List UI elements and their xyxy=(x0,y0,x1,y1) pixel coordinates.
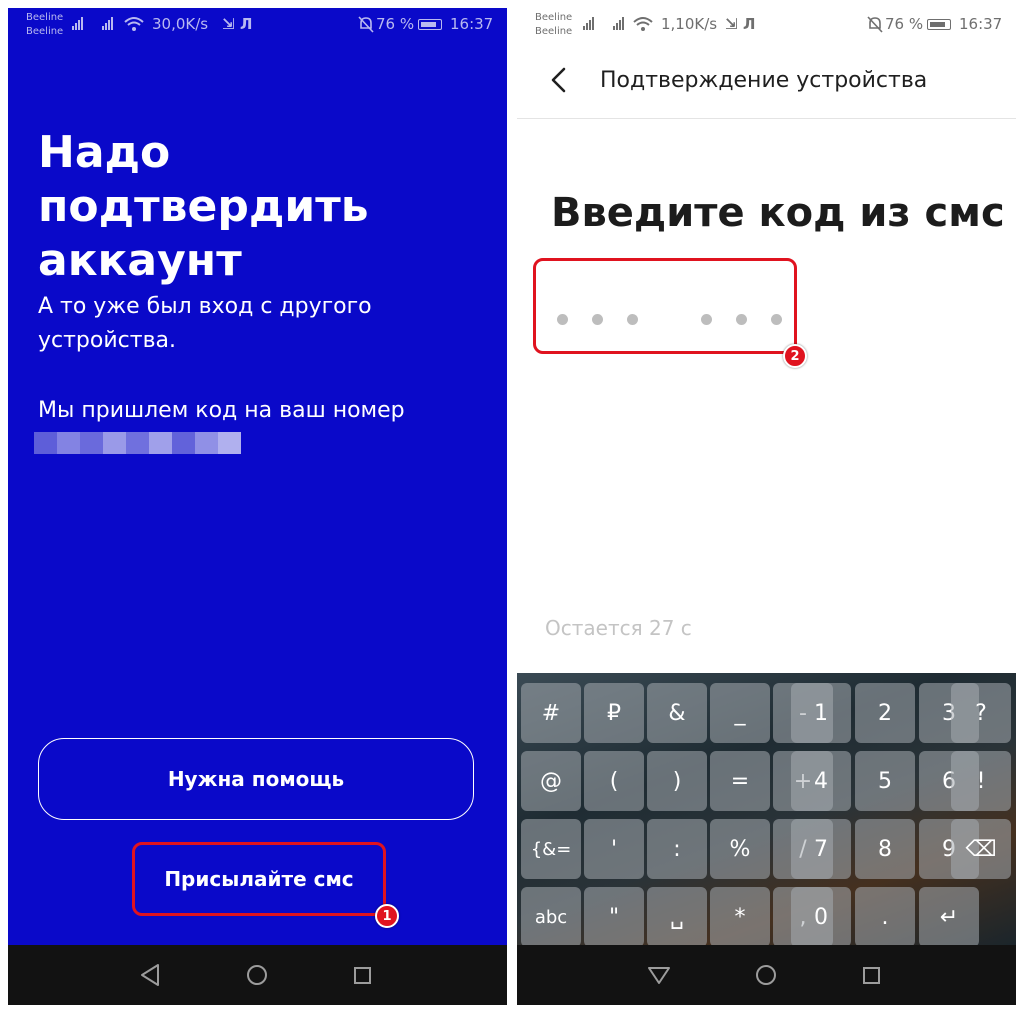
highlight-frame-1 xyxy=(132,842,386,916)
key-8[interactable]: 8 xyxy=(855,819,915,879)
status-bar: Beeline Beeline 30,0K/s ⇲ Л 76 % 16:37 xyxy=(8,8,507,42)
carrier-2: Beeline xyxy=(26,26,64,37)
circle-home-icon[interactable] xyxy=(756,965,776,985)
key-colon[interactable]: : xyxy=(647,819,707,879)
key-paren-open[interactable]: ( xyxy=(584,751,644,811)
circle-home-icon[interactable] xyxy=(247,965,267,985)
carrier-1: Beeline xyxy=(26,12,64,23)
key-7[interactable]: 7 xyxy=(791,819,851,879)
carrier-labels: Beeline Beeline xyxy=(535,11,572,39)
signal-bars-icon xyxy=(102,17,113,30)
page-title: Надо подтвердить аккаунт xyxy=(38,127,369,286)
key-period[interactable]: . xyxy=(855,887,915,947)
blurred-phone-number xyxy=(34,432,241,454)
key-symbols[interactable]: {&= xyxy=(521,819,581,879)
key-underscore[interactable]: _ xyxy=(710,683,770,743)
battery-icon xyxy=(927,19,951,30)
info-text: А то уже был вход с другого устройства. xyxy=(38,294,372,353)
signal-bars-icon xyxy=(613,17,624,30)
enter-code-title: Введите код из смс xyxy=(551,190,1005,236)
navigation-bar xyxy=(8,945,507,1005)
key-0[interactable]: 0 xyxy=(791,887,851,947)
help-button[interactable]: Нужна помощь xyxy=(38,738,474,820)
clock: 16:37 xyxy=(959,15,1003,33)
carrier-1: Beeline xyxy=(535,12,573,23)
key-5[interactable]: 5 xyxy=(855,751,915,811)
bell-off-icon xyxy=(358,16,374,33)
bell-off-icon xyxy=(867,16,883,33)
clock: 16:37 xyxy=(450,15,494,33)
app-header: Подтверждение устройства xyxy=(517,42,1016,119)
app-notification-icon: Л xyxy=(240,15,253,33)
network-speed: 30,0K/s xyxy=(152,15,209,33)
key-hash[interactable]: # xyxy=(521,683,581,743)
battery-icon xyxy=(418,19,442,30)
app-notification-icon: Л xyxy=(743,15,756,33)
resend-timer: Остается 27 с xyxy=(545,616,692,640)
key-equals[interactable]: = xyxy=(710,751,770,811)
key-space[interactable]: ␣ xyxy=(647,887,707,947)
battery-percent: 76 % xyxy=(376,15,415,33)
key-at[interactable]: @ xyxy=(521,751,581,811)
key-quote[interactable]: " xyxy=(584,887,644,947)
key-backspace[interactable]: ⌫ xyxy=(951,819,1011,879)
key-percent[interactable]: % xyxy=(710,819,770,879)
wifi-icon xyxy=(124,17,144,31)
key-4[interactable]: 4 xyxy=(791,751,851,811)
highlight-frame-2 xyxy=(533,258,797,354)
step-badge-2: 2 xyxy=(783,344,807,368)
missed-call-icon: ⇲ xyxy=(222,15,235,33)
key-ampersand[interactable]: & xyxy=(647,683,707,743)
left-phone-screen: Beeline Beeline 30,0K/s ⇲ Л 76 % 16:37 Н… xyxy=(8,8,507,1005)
key-question[interactable]: ? xyxy=(951,683,1011,743)
header-title: Подтверждение устройства xyxy=(600,68,928,93)
triangle-back-icon[interactable] xyxy=(139,963,161,987)
key-exclamation[interactable]: ! xyxy=(951,751,1011,811)
key-2[interactable]: 2 xyxy=(855,683,915,743)
navigation-bar xyxy=(517,945,1016,1005)
key-1[interactable]: 1 xyxy=(791,683,851,743)
key-asterisk[interactable]: * xyxy=(710,887,770,947)
key-paren-close[interactable]: ) xyxy=(647,751,707,811)
square-recent-icon[interactable] xyxy=(354,967,371,984)
key-apostrophe[interactable]: ' xyxy=(584,819,644,879)
key-abc[interactable]: abc xyxy=(521,887,581,947)
signal-bars-icon xyxy=(72,17,83,30)
chevron-left-icon[interactable] xyxy=(547,66,571,94)
wifi-icon xyxy=(633,17,653,31)
carrier-labels: Beeline Beeline xyxy=(26,11,63,39)
right-phone-screen: Beeline Beeline 1,10K/s ⇲ Л 76 % 16:37 П… xyxy=(517,8,1016,1005)
signal-bars-icon xyxy=(583,17,594,30)
carrier-2: Beeline xyxy=(535,26,573,37)
missed-call-icon: ⇲ xyxy=(725,15,738,33)
send-code-text: Мы пришлем код на ваш номер xyxy=(38,398,405,423)
square-recent-icon[interactable] xyxy=(863,967,880,984)
key-enter[interactable]: ↵ xyxy=(919,887,979,947)
triangle-back-icon[interactable] xyxy=(647,965,671,985)
numeric-keyboard: #₽&_-123?@()=+456!{&=':%/789⌫abc"␣*,0.↵ xyxy=(517,673,1016,947)
battery-percent: 76 % xyxy=(885,15,924,33)
key-ruble[interactable]: ₽ xyxy=(584,683,644,743)
status-bar: Beeline Beeline 1,10K/s ⇲ Л 76 % 16:37 xyxy=(517,8,1016,42)
network-speed: 1,10K/s xyxy=(661,15,718,33)
step-badge-1: 1 xyxy=(375,904,399,928)
